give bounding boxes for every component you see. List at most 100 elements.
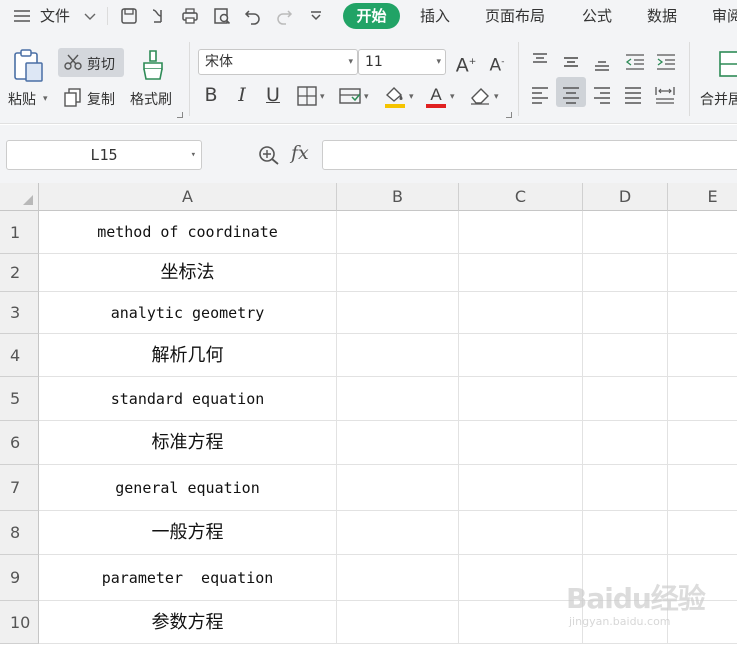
row-header[interactable]: 4 (0, 334, 39, 377)
increase-indent-icon[interactable] (655, 53, 677, 71)
distribute-icon[interactable] (654, 85, 676, 105)
undo-icon[interactable] (243, 6, 263, 26)
cell-a[interactable]: 坐标法 (39, 254, 337, 292)
cell-a[interactable]: 参数方程 (39, 601, 337, 644)
column-header-b[interactable]: B (337, 183, 459, 211)
cell-c[interactable] (459, 511, 583, 555)
merge-center-icon[interactable] (718, 50, 737, 78)
cell-a[interactable]: method of coordinate (39, 211, 337, 254)
cell-d[interactable] (583, 511, 668, 555)
cell-c[interactable] (459, 334, 583, 377)
copy-button[interactable]: 复制 (87, 89, 115, 109)
font-size-select[interactable]: 11 ▾ (358, 49, 446, 75)
paste-button[interactable]: 粘贴 (8, 89, 36, 109)
cell-d[interactable] (583, 211, 668, 254)
cell-a[interactable]: parameter equation (39, 555, 337, 601)
cell-b[interactable] (337, 211, 459, 254)
insert-function-button[interactable]: fx (291, 142, 309, 164)
cell-a[interactable]: general equation (39, 465, 337, 511)
cell-d[interactable] (583, 465, 668, 511)
decrease-indent-icon[interactable] (624, 53, 646, 71)
cell-e[interactable] (668, 292, 737, 334)
cell-e[interactable] (668, 465, 737, 511)
redo-icon[interactable] (274, 6, 294, 26)
cell-c[interactable] (459, 211, 583, 254)
cell-c[interactable] (459, 555, 583, 601)
chevron-down-icon[interactable] (80, 6, 100, 26)
cell-b[interactable] (337, 465, 459, 511)
print-preview-icon[interactable] (212, 6, 232, 26)
file-menu[interactable]: 文件 (40, 0, 70, 32)
clear-dropdown-icon[interactable]: ▾ (494, 92, 499, 102)
customize-toolbar-icon[interactable] (306, 6, 326, 26)
row-header[interactable]: 6 (0, 421, 39, 465)
cell-c[interactable] (459, 377, 583, 421)
select-all-button[interactable] (0, 183, 39, 211)
cell-e[interactable] (668, 377, 737, 421)
align-left-icon[interactable] (530, 85, 550, 105)
cell-b[interactable] (337, 377, 459, 421)
cell-d[interactable] (583, 601, 668, 644)
row-header[interactable]: 2 (0, 254, 39, 292)
cell-c[interactable] (459, 465, 583, 511)
hamburger-menu-icon[interactable] (12, 6, 32, 26)
cell-style-dropdown-icon[interactable]: ▾ (364, 92, 369, 102)
cell-b[interactable] (337, 555, 459, 601)
clipboard-dialog-launcher[interactable] (177, 112, 183, 118)
format-painter-button[interactable]: 格式刷 (130, 89, 172, 109)
cell-c[interactable] (459, 601, 583, 644)
cell-c[interactable] (459, 292, 583, 334)
cell-d[interactable] (583, 334, 668, 377)
cell-a[interactable]: 标准方程 (39, 421, 337, 465)
cell-e[interactable] (668, 334, 737, 377)
copy-icon[interactable] (63, 87, 83, 107)
decrease-font-size-icon[interactable]: A- (484, 49, 510, 76)
tab-insert[interactable]: 插入 (420, 0, 450, 32)
cell-e[interactable] (668, 254, 737, 292)
align-bottom-icon[interactable] (592, 54, 612, 72)
fill-color-icon[interactable] (382, 83, 408, 109)
cell-d[interactable] (583, 377, 668, 421)
cell-d[interactable] (583, 292, 668, 334)
cell-a[interactable]: 一般方程 (39, 511, 337, 555)
scissors-icon[interactable] (63, 52, 83, 72)
tab-data[interactable]: 数据 (647, 0, 677, 32)
font-color-icon[interactable]: A (424, 83, 448, 109)
font-name-select[interactable]: 宋体 ▾ (198, 49, 358, 75)
row-header[interactable]: 1 (0, 211, 39, 254)
formula-input[interactable] (322, 140, 737, 170)
cell-style-icon[interactable] (338, 86, 362, 106)
bold-button[interactable]: B (198, 82, 224, 108)
cell-a[interactable]: analytic geometry (39, 292, 337, 334)
underline-button[interactable]: U (260, 82, 286, 108)
cell-a[interactable]: standard equation (39, 377, 337, 421)
increase-font-size-icon[interactable]: A+ (453, 49, 479, 76)
borders-icon[interactable] (296, 85, 318, 107)
cell-b[interactable] (337, 511, 459, 555)
tab-review[interactable]: 审阅 (712, 0, 737, 32)
column-header-e[interactable]: E (668, 183, 737, 211)
cell-b[interactable] (337, 334, 459, 377)
save-icon[interactable] (119, 6, 139, 26)
cell-d[interactable] (583, 421, 668, 465)
borders-dropdown-icon[interactable]: ▾ (320, 92, 325, 102)
tab-page-layout[interactable]: 页面布局 (485, 0, 545, 32)
cell-b[interactable] (337, 421, 459, 465)
cell-a[interactable]: 解析几何 (39, 334, 337, 377)
row-header[interactable]: 7 (0, 465, 39, 511)
clear-eraser-icon[interactable] (468, 84, 492, 106)
cell-e[interactable] (668, 421, 737, 465)
align-right-icon[interactable] (592, 85, 612, 105)
cell-c[interactable] (459, 254, 583, 292)
cell-b[interactable] (337, 601, 459, 644)
row-header[interactable]: 5 (0, 377, 39, 421)
print-icon[interactable] (180, 6, 200, 26)
cell-e[interactable] (668, 511, 737, 555)
row-header[interactable]: 10 (0, 601, 39, 644)
cell-d[interactable] (583, 254, 668, 292)
cell-b[interactable] (337, 292, 459, 334)
row-header[interactable]: 3 (0, 292, 39, 334)
cell-c[interactable] (459, 421, 583, 465)
cell-e[interactable] (668, 555, 737, 601)
justify-icon[interactable] (623, 85, 643, 105)
